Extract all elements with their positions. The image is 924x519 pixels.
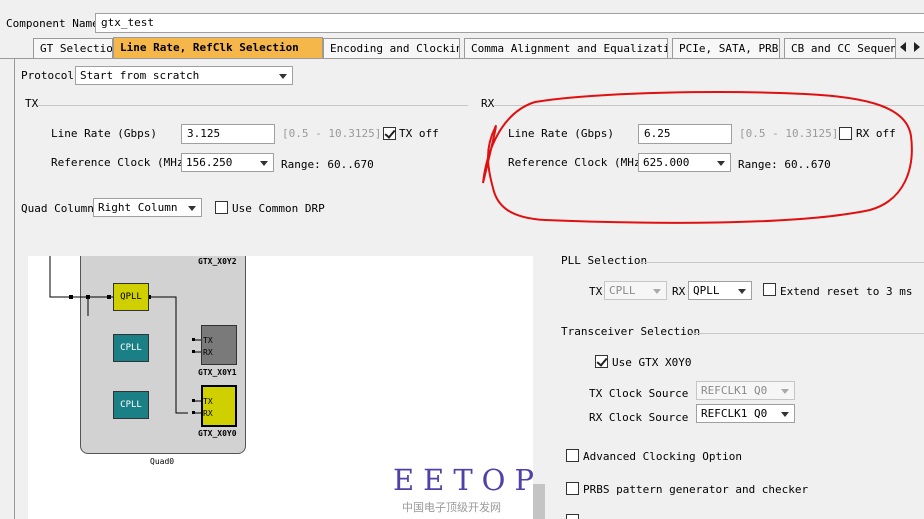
tab-comma-alignment[interactable]: Comma Alignment and Equalization (464, 38, 668, 58)
cpll-block-2[interactable]: CPLL (113, 391, 149, 419)
use-gtx-checkbox[interactable] (595, 355, 608, 368)
gtx-x0y0-rx-pin: RX (203, 409, 213, 418)
pll-rx-label: RX (672, 285, 686, 298)
pll-section-title: PLL Selection (561, 254, 648, 267)
tab-line-rate-refclk[interactable]: Line Rate, RefClk Selection (113, 37, 323, 58)
gtx-x0y1-tx-pin: TX (203, 336, 213, 345)
gtx-x0y1-rx-pin: RX (203, 348, 213, 357)
qpll-block[interactable]: QPLL (113, 283, 149, 311)
tx-line-rate-label: Line Rate (Gbps) (51, 127, 157, 140)
component-name-input[interactable]: gtx_test (95, 13, 924, 33)
chevron-down-icon (279, 74, 287, 79)
tx-line-rate-range: [0.5 - 10.3125] (282, 127, 382, 140)
extend-reset-label: Extend reset to 3 ms (780, 285, 913, 298)
tx-ref-clock-label: Reference Clock (MHz) (51, 156, 191, 169)
tx-ref-clock-select[interactable]: 156.250 (181, 153, 274, 172)
watermark-logo: EETOP (393, 463, 543, 497)
chevron-down-icon (653, 289, 661, 294)
use-common-drp-label: Use Common DRP (232, 202, 325, 215)
tx-range-text: Range: 60..670 (281, 158, 374, 171)
gtx-x0y1-label: GTX_X0Y1 (198, 368, 237, 377)
chevron-down-icon (781, 412, 789, 417)
tx-clock-source-select: REFCLK1 Q0 (696, 381, 795, 400)
use-gtx-label: Use GTX X0Y0 (612, 356, 692, 369)
pll-rx-select[interactable]: QPLL (688, 281, 752, 300)
tab-scroll-left-icon[interactable] (900, 42, 906, 52)
chevron-down-icon (188, 206, 196, 211)
diagram-scrollbar[interactable] (533, 484, 545, 519)
advanced-clocking-checkbox[interactable] (566, 449, 579, 462)
tab-cb-cc-sequence[interactable]: CB and CC Sequence (784, 38, 896, 58)
gtx-x0y2-label: GTX_X0Y2 (198, 257, 237, 266)
tab-pcie-sata-prbs[interactable]: PCIe, SATA, PRBS (672, 38, 780, 58)
tx-line-rate-input[interactable]: 3.125 (181, 124, 275, 144)
chevron-down-icon (781, 389, 789, 394)
quad-column-label: Quad Column (21, 202, 94, 215)
prbs-label: PRBS pattern generator and checker (583, 483, 809, 496)
tab-scroll-right-icon[interactable] (914, 42, 920, 52)
cpll-block-1[interactable]: CPLL (113, 334, 149, 362)
pll-tx-select: CPLL (604, 281, 667, 300)
protocol-label: Protocol (21, 69, 74, 82)
gtx-x0y1-block[interactable] (201, 325, 237, 365)
partial-next-checkbox[interactable] (566, 514, 579, 519)
protocol-value: Start from scratch (80, 69, 200, 82)
gtx-x0y0-tx-pin: TX (203, 397, 213, 406)
tx-clock-source-label: TX Clock Source (589, 387, 689, 400)
tab-encoding-clocking[interactable]: Encoding and Clocking (323, 38, 460, 58)
rx-clock-source-label: RX Clock Source (589, 411, 689, 424)
tx-off-checkbox[interactable] (383, 127, 396, 140)
gtx-x0y0-block[interactable] (201, 385, 237, 427)
pll-rx-value: QPLL (693, 284, 720, 297)
rx-clock-source-select[interactable]: REFCLK1 Q0 (696, 404, 795, 423)
tab-gt-selection[interactable]: GT Selection (33, 38, 113, 58)
tx-off-label: TX off (399, 127, 439, 140)
use-common-drp-checkbox[interactable] (215, 201, 228, 214)
pll-tx-value: CPLL (609, 284, 636, 297)
red-annotation-circle (482, 91, 913, 224)
tx-section-title: TX (25, 97, 39, 110)
protocol-select[interactable]: Start from scratch (75, 66, 293, 85)
chevron-down-icon (738, 289, 746, 294)
quad-column-value: Right Column (98, 201, 178, 214)
quad-column-select[interactable]: Right Column (93, 198, 202, 217)
rx-clock-source-value: REFCLK1 Q0 (701, 407, 768, 420)
transceiver-section-title: Transceiver Selection (561, 325, 701, 338)
tx-clock-source-value: REFCLK1 Q0 (701, 384, 768, 397)
pll-tx-label: TX (589, 285, 603, 298)
quad0-label: Quad0 (150, 457, 175, 466)
gtx-x0y0-label: GTX_X0Y0 (198, 429, 237, 438)
advanced-clocking-label: Advanced Clocking Option (583, 450, 742, 463)
extend-reset-checkbox[interactable] (763, 283, 776, 296)
chevron-down-icon (260, 161, 268, 166)
component-name-label: Component Name (6, 17, 99, 30)
prbs-checkbox[interactable] (566, 482, 579, 495)
watermark-subtitle: 中国电子顶级开发网 (402, 501, 501, 514)
tx-ref-clock-value: 156.250 (186, 156, 233, 169)
